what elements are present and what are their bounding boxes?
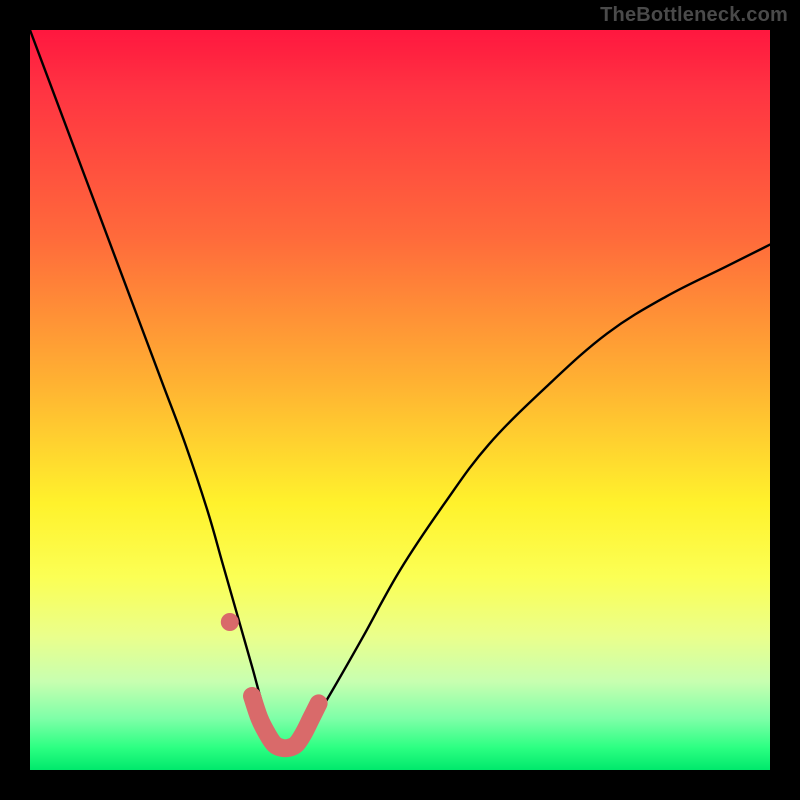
curve-layer (30, 30, 770, 770)
highlight-dot (221, 613, 239, 631)
bottleneck-curve (30, 30, 770, 751)
highlight-segment (252, 696, 319, 748)
outer-frame: TheBottleneck.com (0, 0, 800, 800)
watermark-text: TheBottleneck.com (600, 4, 788, 27)
